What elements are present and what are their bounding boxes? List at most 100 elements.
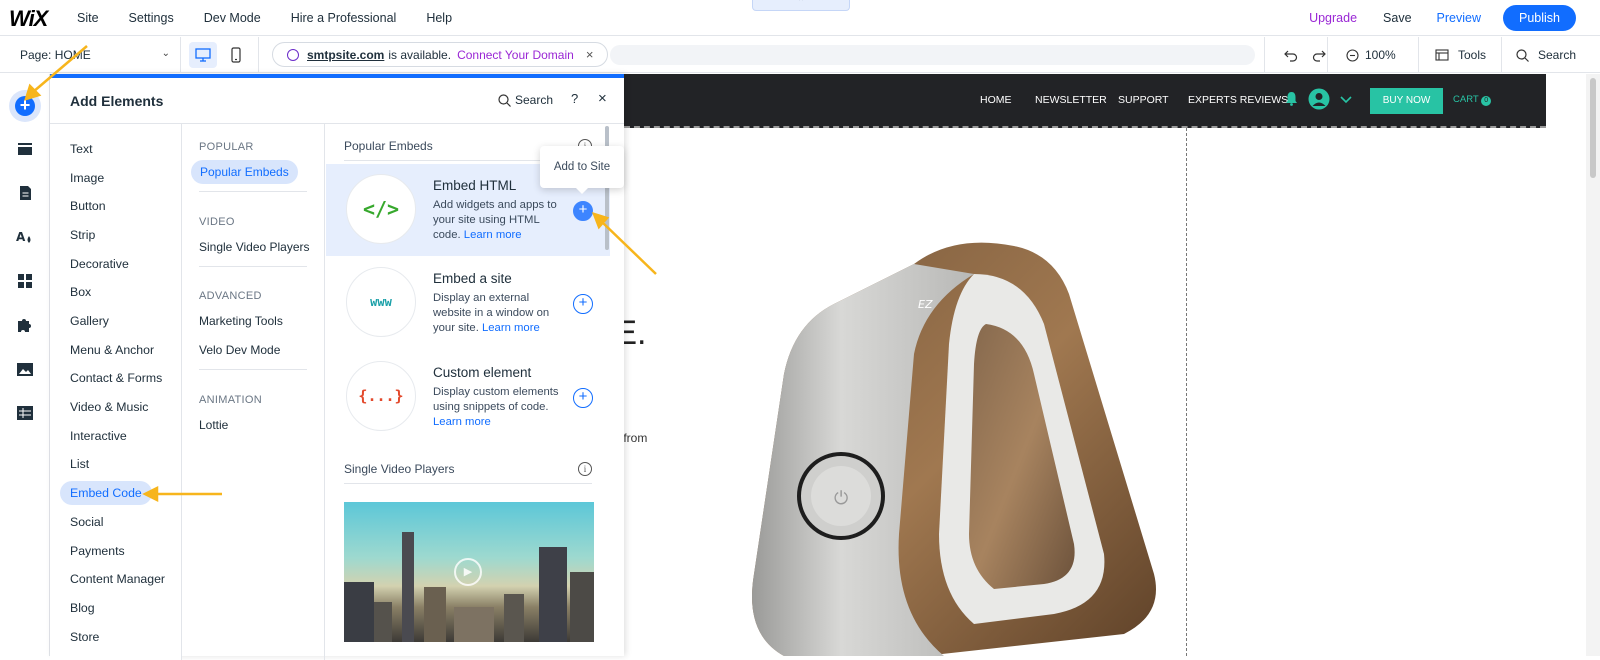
close-banner-button[interactable]: × (586, 47, 594, 62)
category-strip[interactable]: Strip (70, 228, 95, 242)
code-brackets-icon: </> (346, 174, 416, 244)
subcategory-single-video-players[interactable]: Single Video Players (199, 240, 310, 254)
panel-close-button[interactable]: × (598, 90, 607, 107)
product-brand-mark: EZ (918, 298, 933, 311)
add-to-site-button[interactable]: + (573, 294, 593, 314)
category-list[interactable]: List (70, 457, 89, 471)
category-text[interactable]: Text (70, 142, 93, 156)
category-embed-code[interactable]: Embed Code (60, 481, 152, 505)
business-tools-button[interactable] (12, 312, 38, 338)
cms-button[interactable] (12, 400, 38, 426)
subcategory-header-advanced: ADVANCED (199, 290, 262, 302)
upgrade-link[interactable]: Upgrade (1309, 11, 1357, 25)
add-to-site-button[interactable]: + (573, 388, 593, 408)
menu-help[interactable]: Help (426, 11, 452, 25)
user-avatar-icon[interactable] (1308, 88, 1330, 110)
publish-button[interactable]: Publish (1503, 5, 1576, 31)
search-button[interactable]: Search (1516, 37, 1576, 73)
category-social[interactable]: Social (70, 515, 104, 529)
category-decorative[interactable]: Decorative (70, 257, 129, 271)
learn-more-link[interactable]: Learn more (433, 416, 491, 428)
site-nav-experts-reviews[interactable]: EXPERTS REVIEWS (1188, 94, 1288, 106)
category-blog[interactable]: Blog (70, 601, 95, 615)
play-icon[interactable]: ▶ (454, 558, 482, 586)
pages-button[interactable] (12, 180, 38, 206)
design-button[interactable]: A (12, 224, 38, 250)
video-player-thumbnail[interactable]: ▶ (344, 502, 594, 642)
canvas-scrollbar[interactable] (1586, 74, 1600, 656)
chevron-down-icon[interactable] (1340, 96, 1352, 104)
learn-more-link[interactable]: Learn more (464, 229, 522, 241)
subcategory-header-animation: ANIMATION (199, 394, 262, 406)
subcategory-velo-dev-mode[interactable]: Velo Dev Mode (199, 343, 280, 357)
editor-canvas[interactable]: HOME NEWSLETTER SUPPORT EXPERTS REVIEWS … (586, 74, 1600, 656)
top-actions: Upgrade Save Preview Publish (1309, 0, 1576, 36)
buy-now-button[interactable]: BUY NOW (1370, 88, 1443, 114)
mobile-view-button[interactable] (222, 42, 250, 68)
panel-title: Add Elements (70, 93, 164, 109)
site-nav-home[interactable]: HOME (980, 94, 1012, 106)
wix-logo[interactable]: WiX (9, 6, 48, 32)
category-image[interactable]: Image (70, 171, 104, 185)
connect-domain-link[interactable]: Connect Your Domain (457, 48, 574, 62)
redo-icon[interactable] (1312, 49, 1327, 62)
undo-icon[interactable] (1283, 49, 1298, 62)
bell-icon[interactable] (1285, 91, 1298, 106)
desktop-view-button[interactable] (189, 42, 217, 68)
category-contact-forms[interactable]: Contact & Forms (70, 371, 162, 385)
category-payments[interactable]: Payments (70, 544, 125, 558)
subcategory-popular-embeds[interactable]: Popular Embeds (191, 160, 298, 184)
card-description-text: Display custom elements using snippets o… (433, 386, 559, 413)
category-interactive[interactable]: Interactive (70, 429, 127, 443)
apps-button[interactable] (12, 268, 38, 294)
learn-more-link[interactable]: Learn more (482, 322, 540, 334)
www-icon: www (346, 267, 416, 337)
category-menu-anchor[interactable]: Menu & Anchor (70, 343, 154, 357)
site-nav-support[interactable]: SUPPORT (1118, 94, 1169, 106)
embed-site-card[interactable]: www Embed a site Display an external web… (326, 257, 610, 349)
cart-label: CART (1453, 94, 1479, 105)
page-selector[interactable]: Page: HOME ⌄ (20, 37, 170, 73)
add-to-site-button[interactable]: + (573, 201, 593, 221)
custom-element-card[interactable]: {...} Custom element Display custom elem… (326, 351, 610, 443)
panel-search-button[interactable]: Search (498, 93, 553, 107)
category-button[interactable]: Button (70, 199, 106, 213)
menu-hire-professional[interactable]: Hire a Professional (291, 11, 397, 25)
zoom-control[interactable]: 100% (1346, 37, 1396, 73)
sections-button[interactable] (12, 136, 38, 162)
site-header[interactable]: HOME NEWSLETTER SUPPORT EXPERTS REVIEWS … (624, 74, 1546, 128)
info-icon[interactable]: i (578, 462, 592, 476)
menu-site[interactable]: Site (77, 11, 99, 25)
subcategory-header-video: VIDEO (199, 216, 235, 228)
card-description: Add widgets and apps to your site using … (433, 198, 565, 243)
collapse-toolbar-tab[interactable]: ⌃ (752, 0, 850, 11)
category-content-manager[interactable]: Content Manager (70, 572, 165, 586)
tools-button[interactable]: Tools (1435, 37, 1486, 73)
category-gallery[interactable]: Gallery (70, 314, 109, 328)
zoom-out-icon[interactable] (1346, 48, 1359, 62)
building (570, 572, 594, 642)
panel-help-button[interactable]: ? (571, 91, 578, 106)
divider (258, 37, 259, 73)
globe-icon (287, 48, 299, 61)
preview-button[interactable]: Preview (1437, 11, 1481, 25)
subcategory-lottie[interactable]: Lottie (199, 418, 228, 432)
subcategory-marketing-tools[interactable]: Marketing Tools (199, 314, 283, 328)
category-box[interactable]: Box (70, 285, 91, 299)
menu-dev-mode[interactable]: Dev Mode (204, 11, 261, 25)
add-elements-button[interactable]: + (9, 90, 41, 122)
scrollbar-thumb[interactable] (1590, 78, 1596, 178)
save-button[interactable]: Save (1383, 11, 1412, 25)
category-video-music[interactable]: Video & Music (70, 400, 148, 414)
puzzle-icon (18, 319, 31, 332)
category-store[interactable]: Store (70, 630, 99, 644)
site-nav-newsletter[interactable]: NEWSLETTER (1035, 94, 1107, 106)
divider (199, 266, 307, 267)
menu-settings[interactable]: Settings (129, 11, 174, 25)
site-domain[interactable]: smtpsite.com (307, 48, 384, 62)
media-button[interactable] (12, 356, 38, 382)
cart-link[interactable]: CART 0 (1453, 94, 1492, 106)
product-image[interactable]: ⏻ EZ (724, 234, 1164, 656)
undo-redo-group (1283, 37, 1327, 73)
panel-scrollbar-thumb[interactable] (605, 126, 609, 250)
